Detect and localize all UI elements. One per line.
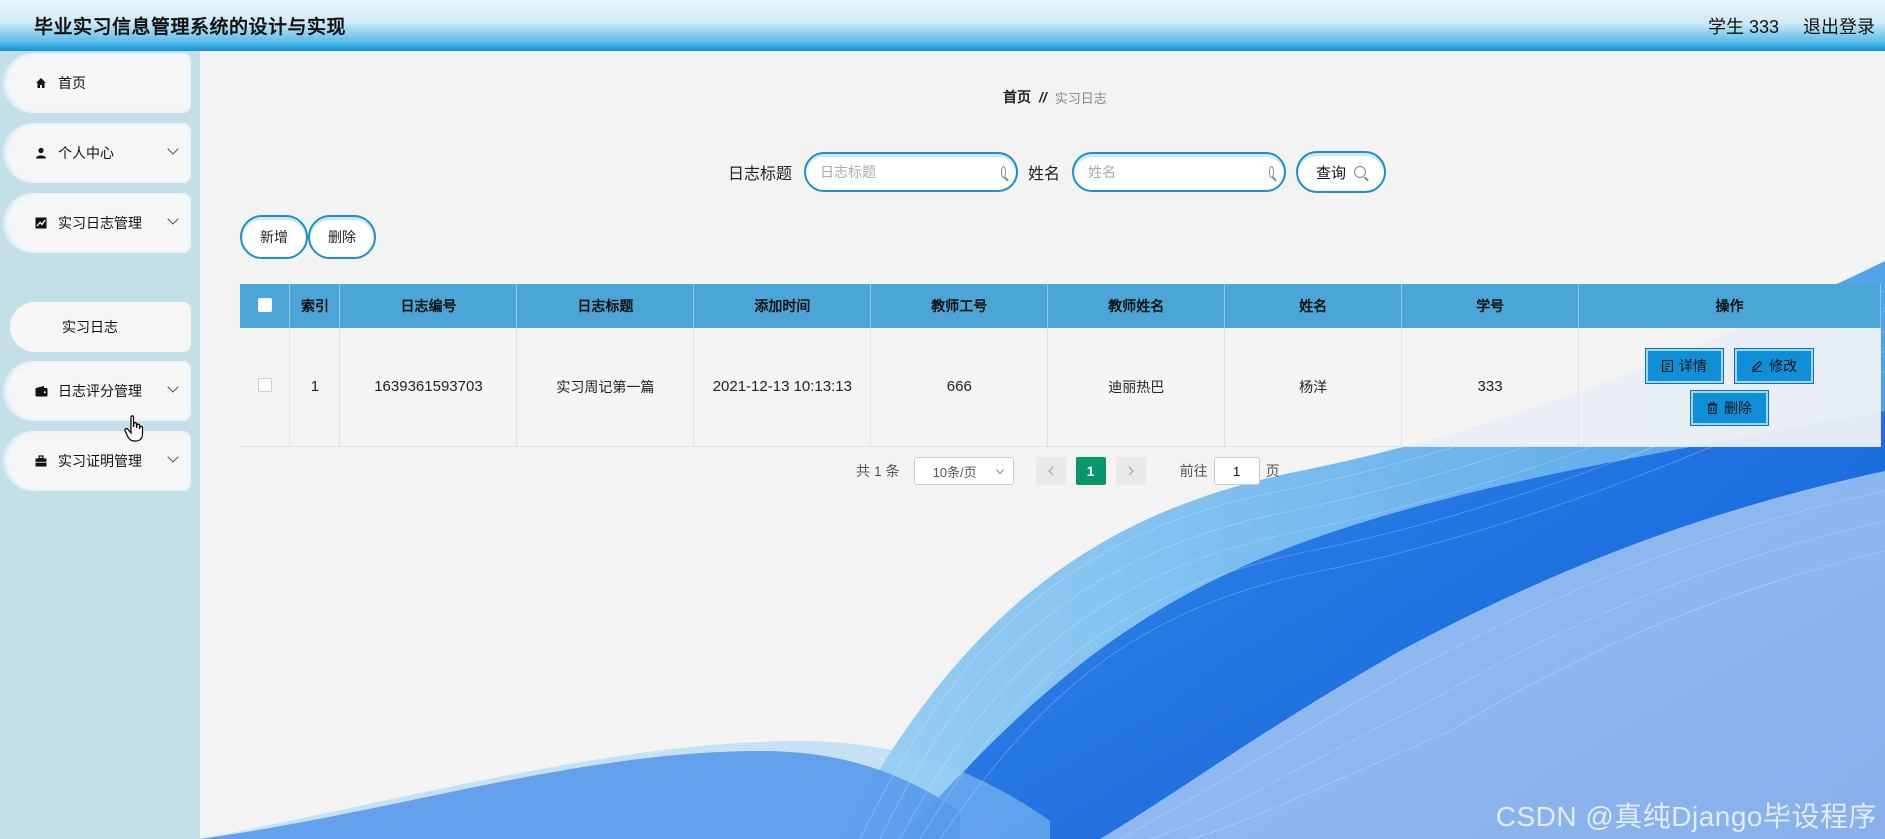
column-header: 教师姓名 — [1047, 284, 1226, 328]
breadcrumb: 首页 // 实习日志 — [1003, 87, 1107, 107]
edit-icon — [1752, 360, 1763, 372]
column-header: 姓名 — [1224, 284, 1403, 328]
title-search-label: 日志标题 — [728, 166, 793, 183]
breadcrumb-separator: // — [1039, 89, 1047, 105]
hand-cursor-icon — [124, 415, 144, 442]
chevron-down-icon — [167, 143, 179, 155]
select-all-header — [240, 284, 291, 328]
cell-student-no: 333 — [1401, 328, 1580, 447]
name-search-input[interactable] — [1088, 164, 1270, 180]
document-icon — [1661, 359, 1673, 372]
page-size-value: 10条/页 — [932, 464, 977, 480]
column-header: 索引 — [289, 284, 341, 328]
search-icon — [1354, 166, 1367, 178]
user-icon — [34, 146, 48, 160]
column-header: 日志标题 — [516, 284, 695, 328]
column-header: 学号 — [1401, 284, 1580, 328]
next-page-button[interactable] — [1115, 457, 1146, 485]
title-search-input[interactable] — [820, 164, 1002, 180]
chevron-down-icon — [167, 213, 179, 225]
column-header: 教师工号 — [870, 284, 1049, 328]
add-button[interactable]: 新增 — [240, 215, 308, 259]
briefcase-icon — [34, 454, 48, 468]
chevron-right-icon — [1128, 466, 1134, 476]
cell-log-no: 1639361593703 — [339, 328, 518, 447]
page-size-select[interactable]: 10条/页 — [913, 457, 1014, 485]
prev-page-button[interactable] — [1035, 457, 1066, 485]
search-icon — [1269, 166, 1275, 178]
query-button-label: 查询 — [1316, 164, 1347, 182]
title-search-field[interactable] — [804, 152, 1019, 192]
cell-actions: 详情 修改 删除 — [1578, 328, 1881, 447]
sidebar-item-label: 个人中心 — [58, 145, 114, 161]
row-select-cell — [240, 328, 291, 447]
search-bar: 日志标题 姓名 查询 — [728, 151, 1387, 193]
cell-teacher-name: 迪丽热巴 — [1047, 328, 1226, 447]
goto-suffix: 页 — [1265, 463, 1280, 479]
sidebar-item-score-management[interactable]: 日志评分管理 — [6, 361, 191, 421]
row-delete-button-label: 删除 — [1724, 399, 1753, 416]
column-header: 添加时间 — [693, 284, 872, 328]
chevron-down-icon — [167, 381, 179, 393]
row-delete-button[interactable]: 删除 — [1691, 390, 1769, 425]
column-header: 日志编号 — [339, 284, 518, 328]
trash-icon — [1707, 402, 1718, 414]
row-checkbox[interactable] — [257, 377, 272, 392]
sidebar-item-label: 实习证明管理 — [58, 453, 142, 469]
watermark: CSDN @真纯Django毕设程序 — [1495, 801, 1877, 832]
cell-name: 杨洋 — [1224, 328, 1403, 447]
breadcrumb-current: 实习日志 — [1054, 90, 1107, 106]
cell-teacher-id: 666 — [870, 328, 1049, 447]
sidebar-item-label: 实习日志管理 — [58, 215, 142, 231]
table-header-row: 索引 日志编号 日志标题 添加时间 教师工号 教师姓名 姓名 学号 操作 — [240, 284, 1881, 328]
sidebar-item-home[interactable]: 首页 — [6, 53, 191, 113]
chevron-left-icon — [1047, 466, 1054, 476]
main-content: 首页 // 实习日志 日志标题 姓名 查询 新增 删除 索引 日志编号 日志标题 — [200, 51, 1885, 839]
chevron-down-icon — [167, 451, 179, 463]
sidebar-item-log-management[interactable]: 实习日志管理 — [6, 193, 191, 253]
detail-button[interactable]: 详情 — [1645, 348, 1723, 383]
name-search-label: 姓名 — [1028, 166, 1061, 183]
sidebar-item-label: 日志评分管理 — [58, 383, 142, 399]
name-search-field[interactable] — [1072, 152, 1287, 192]
query-button[interactable]: 查询 — [1296, 151, 1387, 193]
sidebar: 首页 个人中心 实习日志管理 实习日志 日志评分管理 实习证明管理 — [0, 51, 200, 839]
detail-button-label: 详情 — [1678, 357, 1707, 374]
select-all-checkbox[interactable] — [257, 297, 272, 312]
page-number-button[interactable]: 1 — [1075, 457, 1106, 485]
column-header: 操作 — [1578, 284, 1881, 328]
logout-link[interactable]: 退出登录 — [1803, 13, 1875, 39]
pagination-total: 共 1 条 — [856, 463, 900, 479]
search-icon — [1001, 166, 1007, 178]
goto-page-input[interactable] — [1213, 457, 1260, 485]
log-table: 索引 日志编号 日志标题 添加时间 教师工号 教师姓名 姓名 学号 操作 1 1… — [240, 284, 1881, 447]
wallet-icon — [34, 384, 48, 398]
sidebar-item-label: 首页 — [58, 75, 86, 91]
goto-prefix: 前往 — [1179, 463, 1208, 479]
cell-title: 实习周记第一篇 — [516, 328, 695, 447]
batch-delete-button[interactable]: 删除 — [308, 215, 376, 259]
app-title: 毕业实习信息管理系统的设计与实现 — [34, 17, 347, 38]
sidebar-subitem-internship-log[interactable]: 实习日志 — [10, 302, 191, 352]
breadcrumb-home[interactable]: 首页 — [1003, 87, 1031, 107]
sidebar-item-certificate-management[interactable]: 实习证明管理 — [6, 431, 191, 491]
chevron-down-icon — [995, 465, 1004, 474]
top-header: 毕业实习信息管理系统的设计与实现 学生 333 退出登录 — [0, 0, 1885, 51]
table-row: 1 1639361593703 实习周记第一篇 2021-12-13 10:13… — [240, 328, 1881, 447]
chart-icon — [34, 216, 48, 230]
edit-button-label: 修改 — [1769, 357, 1798, 374]
edit-button[interactable]: 修改 — [1735, 348, 1814, 383]
cell-added-time: 2021-12-13 10:13:13 — [693, 328, 872, 447]
home-icon — [34, 76, 48, 90]
user-label: 学生 333 — [1707, 16, 1779, 37]
cell-index: 1 — [289, 328, 341, 447]
pagination: 共 1 条 10条/页 1 前往 页 — [856, 457, 1280, 485]
sidebar-item-personal-center[interactable]: 个人中心 — [6, 123, 191, 183]
